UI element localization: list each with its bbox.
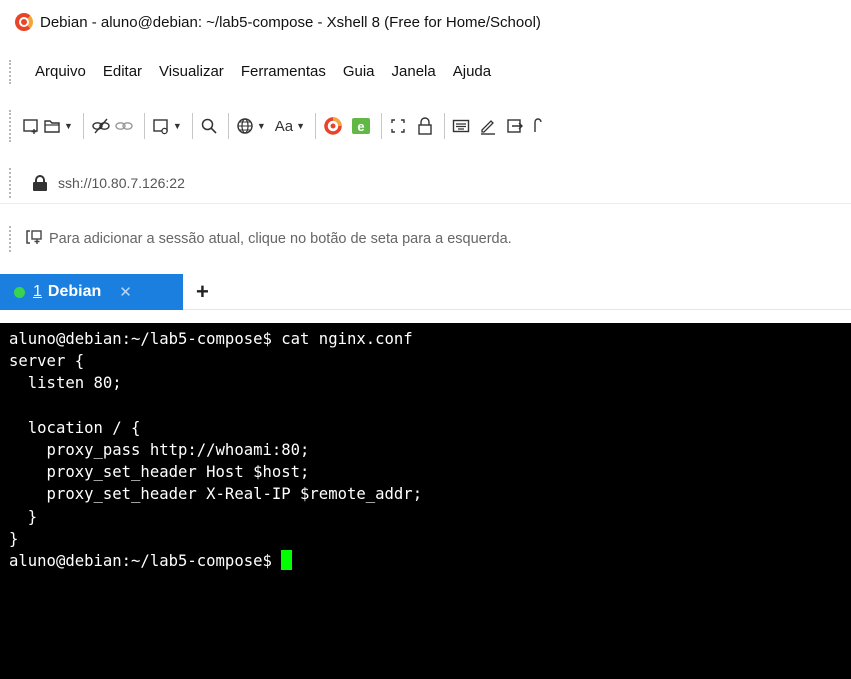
menu-guia[interactable]: Guia: [343, 63, 375, 80]
fullscreen-button[interactable]: [389, 111, 407, 141]
menu-visualizar[interactable]: Visualizar: [159, 63, 224, 80]
link-icon: [115, 122, 133, 130]
svg-text:e: e: [357, 119, 364, 134]
encoding-button[interactable]: ▼: [236, 111, 266, 141]
tab-title: Debian: [47, 283, 102, 300]
toolbar-separator: [82, 113, 84, 139]
close-icon[interactable]: ✕: [119, 283, 132, 301]
xftp-icon: e: [352, 118, 371, 134]
xshell-icon: [324, 117, 342, 135]
transfer-button[interactable]: [506, 111, 524, 141]
tab-bar: 1 Debian ✕ +: [0, 270, 851, 310]
overflow-icon: [534, 118, 542, 132]
toolbar-separator: [143, 113, 145, 139]
menu-janela[interactable]: Janela: [392, 63, 436, 80]
terminal-line: listen 80;: [9, 374, 122, 393]
transfer-icon: [507, 119, 524, 133]
xshell-logo-icon: [15, 13, 33, 31]
menu-bar: Arquivo Editar Visualizar Ferramentas Gu…: [0, 56, 851, 86]
tab-label: 1 Debian: [33, 283, 101, 301]
keyboard-icon: [452, 119, 470, 133]
open-folder-icon: [44, 120, 60, 133]
lock-icon: [33, 174, 47, 191]
terminal-line: proxy_pass http://whoami:80;: [9, 440, 310, 459]
disconnect-button[interactable]: [91, 111, 111, 141]
terminal-line: }: [9, 529, 19, 548]
tab-number: 1: [33, 283, 42, 300]
window-title: Debian - aluno@debian: ~/lab5-compose - …: [40, 13, 541, 31]
chevron-down-icon: ▼: [256, 121, 266, 131]
chevron-down-icon: ▼: [296, 121, 306, 131]
terminal-line: }: [9, 507, 38, 526]
terminal-prompt: aluno@debian:~/lab5-compose$: [9, 551, 282, 570]
compose-button[interactable]: [479, 111, 497, 141]
terminal-line: proxy_set_header X-Real-IP $remote_addr;: [9, 485, 423, 504]
globe-icon: [237, 118, 253, 134]
terminal-cursor: [281, 549, 293, 570]
menu-editar[interactable]: Editar: [103, 63, 142, 80]
toolbar: ▼ ▼ ▼ Aa ▼ e: [0, 104, 851, 148]
address-input[interactable]: ssh://10.80.7.126:22: [58, 175, 185, 191]
title-bar: Debian - aluno@debian: ~/lab5-compose - …: [0, 0, 851, 44]
connected-status-icon: [14, 286, 25, 298]
font-button[interactable]: Aa ▼: [275, 111, 305, 141]
compose-icon: [481, 120, 496, 135]
toolbar-separator: [444, 113, 446, 139]
toolbar-separator: [227, 113, 229, 139]
menu-arquivo[interactable]: Arquivo: [35, 63, 86, 80]
hint-text: Para adicionar a sessão atual, clique no…: [49, 231, 512, 247]
more-toolbar-button[interactable]: [533, 111, 543, 141]
fullscreen-icon: [391, 119, 405, 133]
add-tab-button[interactable]: +: [196, 278, 209, 306]
terminal-line: proxy_set_header Host $host;: [9, 463, 310, 482]
add-session-arrow-icon[interactable]: [25, 229, 43, 250]
find-icon: [201, 118, 217, 134]
lock-button[interactable]: [416, 111, 434, 141]
font-icon: Aa: [274, 117, 294, 135]
xftp-button[interactable]: e: [351, 111, 371, 141]
new-session-icon: [23, 119, 38, 134]
lock-icon: [418, 117, 432, 135]
open-session-button[interactable]: ▼: [43, 111, 73, 141]
toolbar-separator: [191, 113, 193, 139]
chevron-down-icon: ▼: [64, 121, 73, 131]
terminal-line: aluno@debian:~/lab5-compose$ cat nginx.c…: [9, 330, 413, 348]
disconnect-icon: [92, 118, 110, 134]
terminal-line: server {: [9, 352, 85, 371]
new-tab-button[interactable]: ▼: [152, 111, 182, 141]
reconnect-button[interactable]: [114, 111, 134, 141]
terminal-prompt-line: aluno@debian:~/lab5-compose$: [9, 549, 851, 572]
tab-debian[interactable]: 1 Debian ✕: [0, 274, 183, 310]
toolbar-separator: [315, 113, 317, 139]
new-tab-icon: [153, 119, 168, 135]
terminal-view[interactable]: aluno@debian:~/lab5-compose$ cat nginx.c…: [0, 323, 851, 679]
address-bar[interactable]: ssh://10.80.7.126:22: [0, 162, 851, 204]
new-session-button[interactable]: [22, 111, 40, 141]
keyboard-button[interactable]: [452, 111, 470, 141]
chevron-down-icon: ▼: [172, 121, 182, 131]
session-hint-bar: Para adicionar a sessão atual, clique no…: [0, 220, 851, 258]
menu-ajuda[interactable]: Ajuda: [453, 63, 491, 80]
toolbar-separator: [381, 113, 383, 139]
xshell-button[interactable]: [323, 111, 343, 141]
terminal-line: location / {: [9, 418, 141, 437]
find-button[interactable]: [200, 111, 218, 141]
menu-ferramentas[interactable]: Ferramentas: [241, 63, 326, 80]
